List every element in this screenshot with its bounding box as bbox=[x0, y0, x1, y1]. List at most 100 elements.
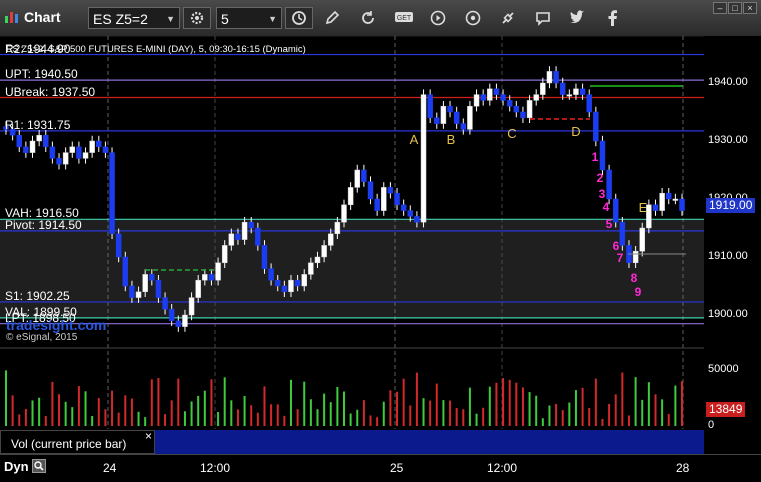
price-plot[interactable]: A B C DE123456789 bbox=[0, 36, 704, 429]
volume-bar bbox=[97, 398, 100, 426]
candle-body bbox=[96, 140, 102, 148]
interval-settings-button[interactable] bbox=[183, 7, 211, 29]
volume-bar bbox=[627, 415, 630, 426]
candle-body bbox=[652, 204, 659, 211]
volume-bar bbox=[475, 413, 478, 426]
dyn-label: Dyn bbox=[4, 459, 29, 474]
time-label-24: 24 bbox=[103, 461, 117, 475]
candle-body bbox=[281, 285, 288, 293]
minimize-button[interactable]: – bbox=[713, 2, 727, 14]
twitter-button[interactable] bbox=[566, 7, 590, 29]
price-tick: 1940.00 bbox=[708, 76, 748, 88]
app-title-text: Chart bbox=[24, 9, 61, 25]
level-label: R1: 1931.75 bbox=[5, 117, 71, 132]
interval-field[interactable]: 5 ▼ bbox=[216, 7, 282, 29]
volume-bar bbox=[462, 409, 465, 426]
volume-bar bbox=[521, 387, 524, 426]
candle-body bbox=[135, 291, 142, 298]
candle-body bbox=[632, 250, 639, 264]
candle-body bbox=[414, 216, 420, 223]
app-title: Chart bbox=[4, 9, 61, 25]
volume-bar bbox=[183, 411, 186, 426]
close-icon[interactable]: × bbox=[145, 429, 152, 443]
speech-bubble-icon bbox=[536, 12, 550, 26]
candle-body bbox=[334, 221, 341, 235]
time-label-noon-2: 12:00 bbox=[487, 461, 518, 475]
volume-bar bbox=[588, 407, 591, 426]
time-label-noon-1: 12:00 bbox=[200, 461, 231, 475]
letter-annotation: E bbox=[639, 200, 648, 215]
volume-bar bbox=[449, 400, 452, 426]
candle-body bbox=[679, 198, 685, 211]
volume-bar bbox=[38, 397, 41, 426]
candle-body bbox=[473, 94, 480, 107]
candle-body bbox=[43, 134, 49, 148]
volume-bar bbox=[230, 400, 233, 426]
dynamic-toggle[interactable]: Dyn bbox=[4, 459, 47, 474]
candle-body bbox=[308, 262, 314, 275]
interval-value: 5 bbox=[221, 11, 229, 27]
chart-window: Chart ES Z5=2 ▼ 5 ▼ GET – □ × A B C D E … bbox=[0, 0, 761, 482]
time-label-25: 25 bbox=[390, 461, 404, 475]
count-annotation: 7 bbox=[617, 251, 624, 265]
play-button[interactable] bbox=[426, 7, 450, 29]
volume-bar bbox=[144, 417, 147, 426]
candle-body bbox=[82, 152, 89, 159]
link-button[interactable] bbox=[496, 7, 520, 29]
candle-body bbox=[599, 140, 606, 171]
time-template-button[interactable] bbox=[285, 7, 313, 29]
candle-body bbox=[241, 221, 248, 240]
volume-bar bbox=[190, 401, 193, 426]
candle-body bbox=[195, 279, 201, 298]
candle-body bbox=[612, 198, 619, 223]
volume-bar bbox=[581, 387, 584, 426]
candle-body bbox=[182, 314, 188, 327]
candle-body bbox=[573, 88, 579, 95]
volume-bar bbox=[164, 414, 167, 426]
properties-button[interactable] bbox=[461, 7, 485, 29]
candle-body bbox=[407, 210, 414, 217]
candle-body bbox=[427, 94, 433, 119]
symbol-field[interactable]: ES Z5=2 ▼ bbox=[88, 7, 180, 29]
volume-bar bbox=[296, 409, 299, 426]
volume-bar bbox=[124, 395, 127, 426]
volume-bar bbox=[389, 390, 392, 426]
candle-body bbox=[546, 71, 553, 84]
candle-body bbox=[540, 82, 546, 95]
candle-body bbox=[129, 285, 135, 298]
comment-button[interactable] bbox=[531, 7, 555, 29]
volume-tick-high: 50000 bbox=[708, 363, 739, 375]
candle-body bbox=[122, 256, 129, 287]
chevron-down-icon[interactable]: ▼ bbox=[166, 8, 175, 30]
maximize-button[interactable]: □ bbox=[728, 2, 742, 14]
refresh-button[interactable] bbox=[356, 7, 380, 29]
volume-bar bbox=[369, 415, 372, 426]
chevron-down-icon[interactable]: ▼ bbox=[268, 8, 277, 30]
facebook-button[interactable] bbox=[601, 7, 625, 29]
candle-body bbox=[274, 279, 281, 287]
count-annotation: 2 bbox=[597, 171, 604, 185]
candle-body bbox=[553, 71, 559, 84]
volume-bar bbox=[210, 379, 213, 426]
volume-bar bbox=[44, 415, 47, 426]
candle-body bbox=[659, 192, 665, 211]
svg-text:GET: GET bbox=[397, 15, 412, 22]
volume-bar bbox=[329, 402, 332, 426]
candle-body bbox=[672, 198, 679, 201]
candle-body bbox=[341, 204, 347, 223]
close-button[interactable]: × bbox=[743, 2, 757, 14]
candle-body bbox=[294, 279, 301, 287]
volume-bar bbox=[117, 412, 120, 426]
volume-bar bbox=[667, 413, 670, 426]
candle-body bbox=[374, 198, 380, 211]
level-label: Pivot: 1914.50 bbox=[5, 217, 82, 232]
volume-study-tab[interactable]: Vol (current price bar) × bbox=[0, 429, 155, 454]
candle-body bbox=[115, 233, 122, 258]
get-data-button[interactable]: GET bbox=[392, 7, 416, 29]
candle-body bbox=[168, 308, 175, 322]
count-annotation: 4 bbox=[603, 200, 610, 214]
candle-body bbox=[467, 105, 473, 130]
volume-bar bbox=[634, 377, 637, 426]
draw-tool-button[interactable] bbox=[320, 7, 344, 29]
level-label: R2: 1944.90 bbox=[5, 41, 71, 56]
